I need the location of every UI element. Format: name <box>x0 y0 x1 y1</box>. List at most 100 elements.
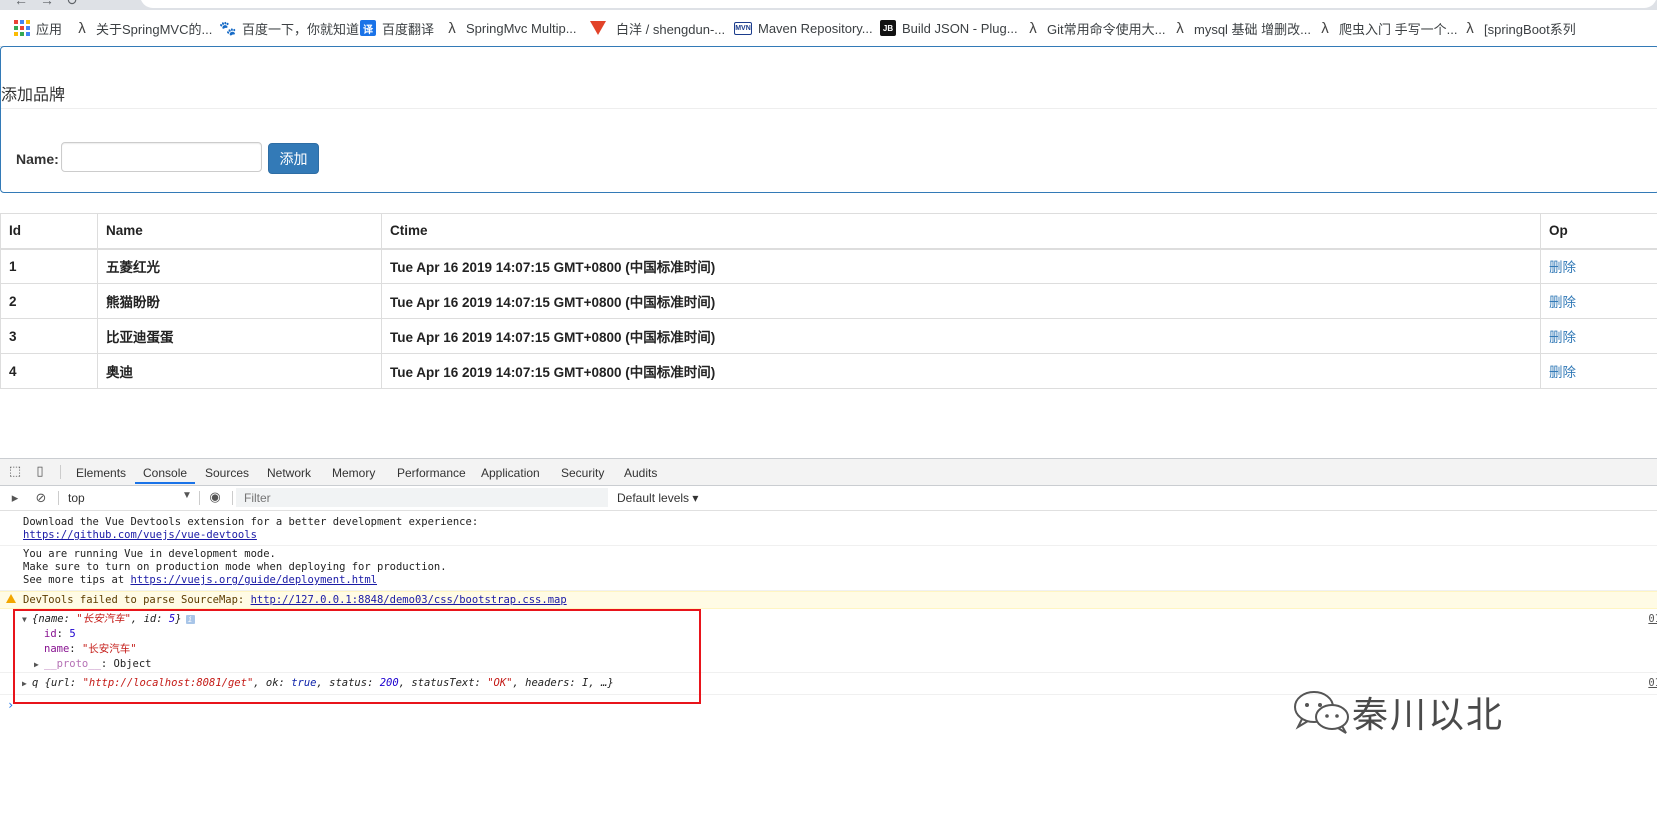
message-text: See more tips at <box>23 574 130 586</box>
source-link[interactable]: 01 <box>1648 613 1657 626</box>
context-selector[interactable]: top <box>68 491 85 505</box>
warning-icon <box>6 594 16 603</box>
clear-console-icon[interactable]: ⊘ <box>34 491 48 505</box>
bookmark-label: [springBoot系列 <box>1484 19 1576 38</box>
device-toolbar-icon[interactable]: ▯ <box>33 464 47 478</box>
bookmark-item[interactable]: JB Build JSON - Plug... <box>880 17 1018 39</box>
cell-name: 比亚迪蛋蛋 <box>98 319 382 354</box>
bookmark-item[interactable]: 白洋 / shengdun-... <box>590 17 725 39</box>
translate-icon: 译 <box>360 20 376 36</box>
active-tab-indicator <box>135 482 195 484</box>
inspect-element-icon[interactable]: ⬚ <box>8 464 22 478</box>
bookmark-item[interactable]: λ 关于SpringMVC的... <box>74 17 212 39</box>
bookmark-label: 白洋 / shengdun-... <box>616 19 725 38</box>
cell-id: 4 <box>1 354 98 389</box>
delete-link[interactable]: 删除 <box>1541 284 1657 319</box>
apps-grid-icon <box>14 20 30 36</box>
tab-network[interactable]: Network <box>267 466 311 480</box>
bookmark-item[interactable]: λ Git常用命令使用大... <box>1025 17 1165 39</box>
browser-toolbar: ← → ↻ <box>0 0 1657 10</box>
cell-id: 2 <box>1 284 98 319</box>
lambda-icon: λ <box>1462 20 1478 36</box>
bookmark-item[interactable]: λ [springBoot系列 <box>1462 17 1576 39</box>
lambda-icon: λ <box>74 20 90 36</box>
bookmark-label: SpringMvc Multip... <box>466 21 577 36</box>
cell-id: 3 <box>1 319 98 354</box>
wechat-icon <box>1292 689 1352 735</box>
reload-icon[interactable]: ↻ <box>66 0 78 9</box>
filter-input[interactable] <box>236 488 608 507</box>
vue-devtools-link[interactable]: https://github.com/vuejs/vue-devtools <box>23 529 257 541</box>
tab-performance[interactable]: Performance <box>397 466 466 480</box>
lambda-icon: λ <box>1317 20 1333 36</box>
back-icon[interactable]: ← <box>14 0 28 8</box>
delete-link[interactable]: 删除 <box>1541 249 1657 284</box>
bookmark-item[interactable]: MVN Maven Repository... <box>734 17 873 39</box>
table-row: 1 五菱红光 Tue Apr 16 2019 14:07:15 GMT+0800… <box>1 249 1657 284</box>
message-text: You are running Vue in development mode. <box>23 548 1657 561</box>
table-header-row: Id Name Ctime Op <box>1 214 1657 249</box>
highlight-box <box>13 609 701 704</box>
brand-table: Id Name Ctime Op 1 五菱红光 Tue Apr 16 2019 … <box>0 213 1657 389</box>
bookmark-apps[interactable]: 应用 <box>14 17 62 39</box>
source-link[interactable]: 01 <box>1648 677 1657 690</box>
sidebar-toggle-icon[interactable]: ▸ <box>8 491 22 505</box>
lambda-icon: λ <box>1172 20 1188 36</box>
tab-audits[interactable]: Audits <box>624 466 657 480</box>
name-label: Name: <box>16 151 59 167</box>
chevron-down-icon[interactable]: ▼ <box>182 490 192 501</box>
delete-link[interactable]: 删除 <box>1541 319 1657 354</box>
column-header-op: Op <box>1541 214 1657 249</box>
watermark-text: 秦川以北 <box>1352 686 1504 738</box>
tab-sources[interactable]: Sources <box>205 466 249 480</box>
tab-elements[interactable]: Elements <box>76 466 126 480</box>
name-input[interactable] <box>61 142 262 172</box>
bookmark-item[interactable]: 🐾 百度一下，你就知道 <box>220 17 359 39</box>
console-toolbar: ▸ ⊘ top ▼ ◉ Default levels ▾ <box>0 486 1657 511</box>
bookmark-label: 爬虫入门 手写一个... <box>1339 19 1457 38</box>
column-header-ctime: Ctime <box>382 214 1541 249</box>
console-message: Download the Vue Devtools extension for … <box>0 516 1657 546</box>
panel-title: 添加品牌 <box>1 81 65 105</box>
table-row: 4 奥迪 Tue Apr 16 2019 14:07:15 GMT+0800 (… <box>1 354 1657 389</box>
maven-icon: MVN <box>734 22 752 35</box>
baidu-paw-icon: 🐾 <box>220 20 236 36</box>
tab-console[interactable]: Console <box>143 466 187 480</box>
tab-security[interactable]: Security <box>561 466 604 480</box>
cell-ctime: Tue Apr 16 2019 14:07:15 GMT+0800 (中国标准时… <box>382 319 1541 354</box>
vue-deployment-link[interactable]: https://vuejs.org/guide/deployment.html <box>130 574 377 586</box>
table-row: 3 比亚迪蛋蛋 Tue Apr 16 2019 14:07:15 GMT+080… <box>1 319 1657 354</box>
tab-memory[interactable]: Memory <box>332 466 375 480</box>
add-button[interactable]: 添加 <box>268 143 319 174</box>
column-header-name: Name <box>98 214 382 249</box>
message-text: Download the Vue Devtools extension for … <box>23 516 1657 529</box>
lambda-icon: λ <box>444 20 460 36</box>
bookmark-label: 应用 <box>36 19 62 38</box>
tab-application[interactable]: Application <box>481 466 540 480</box>
forward-icon[interactable]: → <box>40 0 54 8</box>
eye-icon[interactable]: ◉ <box>208 490 222 504</box>
toolbar-divider <box>60 465 61 479</box>
cell-id: 1 <box>1 249 98 284</box>
message-text: Make sure to turn on production mode whe… <box>23 561 1657 574</box>
bookmark-label: 百度一下，你就知道 <box>242 19 359 38</box>
bookmark-item[interactable]: λ SpringMvc Multip... <box>444 17 577 39</box>
sourcemap-link[interactable]: http://127.0.0.1:8848/demo03/css/bootstr… <box>251 594 567 606</box>
lambda-icon: λ <box>1025 20 1041 36</box>
address-bar[interactable] <box>140 0 1657 8</box>
bookmark-label: Maven Repository... <box>758 21 873 36</box>
console-prompt-icon[interactable]: › <box>7 698 14 712</box>
jetbrains-icon: JB <box>880 20 896 36</box>
bookmark-item[interactable]: λ mysql 基础 增删改... <box>1172 17 1311 39</box>
cell-name: 熊猫盼盼 <box>98 284 382 319</box>
gitlab-fox-icon <box>590 21 606 35</box>
console-message: You are running Vue in development mode.… <box>0 548 1657 591</box>
delete-link[interactable]: 删除 <box>1541 354 1657 389</box>
bookmark-item[interactable]: 译 百度翻译 <box>360 17 434 39</box>
cell-name: 奥迪 <box>98 354 382 389</box>
toolbar-divider <box>58 491 59 505</box>
console-warning: DevTools failed to parse SourceMap: http… <box>0 591 1657 609</box>
warning-text: DevTools failed to parse SourceMap: <box>23 594 251 606</box>
bookmark-item[interactable]: λ 爬虫入门 手写一个... <box>1317 17 1457 39</box>
log-levels-dropdown[interactable]: Default levels ▾ <box>617 491 698 505</box>
